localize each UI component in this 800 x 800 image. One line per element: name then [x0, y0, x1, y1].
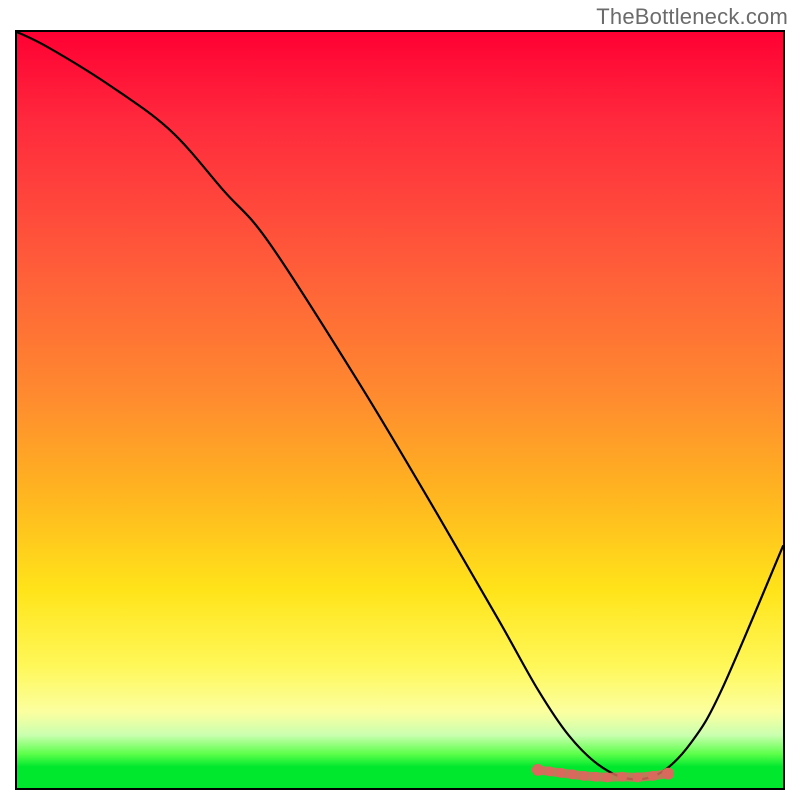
sweet-spot-dot	[532, 764, 544, 776]
sweet-spot-dot	[648, 771, 658, 781]
sweet-spot-dot	[590, 772, 600, 782]
sweet-spot-dot	[544, 766, 554, 776]
plot-area	[15, 30, 785, 790]
sweet-spot-dot	[662, 768, 674, 780]
curve-layer	[17, 32, 783, 788]
chart-canvas: TheBottleneck.com	[0, 0, 800, 800]
sweet-spot-dot	[617, 772, 627, 782]
watermark-text: TheBottleneck.com	[596, 4, 788, 30]
sweet-spot-dot	[567, 769, 577, 779]
bottleneck-curve-path	[17, 32, 783, 779]
sweet-spot-dot	[579, 771, 589, 781]
sweet-spot-dot	[633, 772, 643, 782]
sweet-spot-dot	[602, 772, 612, 782]
sweet-spot-dot	[556, 768, 566, 778]
